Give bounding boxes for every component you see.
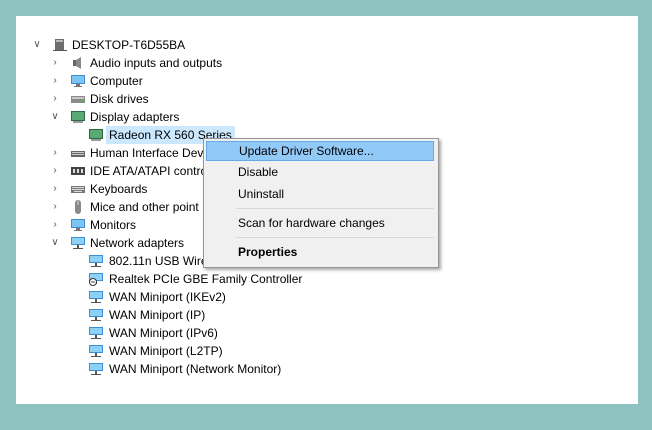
chevron-right-icon[interactable]: › [50, 216, 60, 234]
menu-item-disable[interactable]: Disable [206, 162, 434, 182]
keyboard-icon [71, 186, 85, 193]
display-adapter-icon [71, 111, 85, 123]
menu-separator [236, 237, 434, 238]
network-adapter-icon [89, 309, 103, 321]
chevron-down-icon[interactable]: ∨ [50, 108, 60, 126]
tree-root-label: DESKTOP-T6D55BA [72, 38, 186, 52]
ide-controller-icon [71, 167, 85, 175]
chevron-right-icon[interactable]: › [50, 144, 60, 162]
menu-separator [236, 208, 434, 209]
tree-item-label: Disk drives [90, 92, 149, 106]
display-adapter-icon [89, 129, 103, 141]
chevron-right-icon[interactable]: › [50, 198, 60, 216]
monitor-icon [71, 219, 85, 231]
chevron-right-icon[interactable]: › [50, 72, 60, 90]
tree-item-label: WAN Miniport (IP) [109, 308, 206, 322]
speaker-icon [73, 57, 81, 69]
menu-item-scan-hardware[interactable]: Scan for hardware changes [206, 213, 434, 233]
tree-item-label: Human Interface Dev [90, 146, 204, 160]
tree-item-label: WAN Miniport (IKEv2) [109, 290, 226, 304]
menu-item-update-driver[interactable]: Update Driver Software... [206, 141, 434, 161]
menu-item-uninstall[interactable]: Uninstall [206, 184, 434, 204]
tree-item-label: Computer [90, 74, 143, 88]
tree-item-label: WAN Miniport (Network Monitor) [109, 362, 282, 376]
tree-item-label: Audio inputs and outputs [90, 56, 223, 70]
tree-item-label: Display adapters [90, 110, 180, 124]
network-adapter-icon [89, 255, 103, 267]
monitor-icon [71, 75, 85, 87]
chevron-right-icon[interactable]: › [50, 180, 60, 198]
tree-item-label: WAN Miniport (L2TP) [109, 344, 223, 358]
keyboard-mouse-icon [71, 151, 85, 157]
computer-tower-icon [53, 39, 67, 51]
network-adapter-icon [89, 327, 103, 339]
mouse-icon [75, 200, 81, 214]
tree-item-label: 802.11n USB Wirel [109, 254, 211, 268]
context-menu: Update Driver Software... Disable Uninst… [203, 138, 439, 268]
chevron-down-icon[interactable]: ∨ [32, 36, 42, 54]
network-adapter-icon [89, 363, 103, 375]
network-adapter-icon [89, 345, 103, 357]
tree-item-label: Mice and other point [90, 200, 199, 214]
network-adapter-icon [71, 237, 85, 249]
tree-item-label: Keyboards [90, 182, 148, 196]
chevron-down-icon[interactable]: ∨ [50, 234, 60, 252]
network-adapter-disabled-icon [89, 273, 103, 286]
disk-drive-icon [71, 96, 85, 103]
network-adapter-icon [89, 291, 103, 303]
chevron-right-icon[interactable]: › [50, 54, 60, 72]
tree-item-label: Realtek PCIe GBE Family Controller [109, 272, 303, 286]
menu-item-properties[interactable]: Properties [206, 242, 434, 262]
tree-item-label: IDE ATA/ATAPI contro [90, 164, 208, 178]
tree-item-label: WAN Miniport (IPv6) [109, 326, 218, 340]
chevron-right-icon[interactable]: › [50, 90, 60, 108]
tree-item-label: Monitors [90, 218, 137, 232]
tree-item-label: Network adapters [90, 236, 185, 250]
chevron-right-icon[interactable]: › [50, 162, 60, 180]
